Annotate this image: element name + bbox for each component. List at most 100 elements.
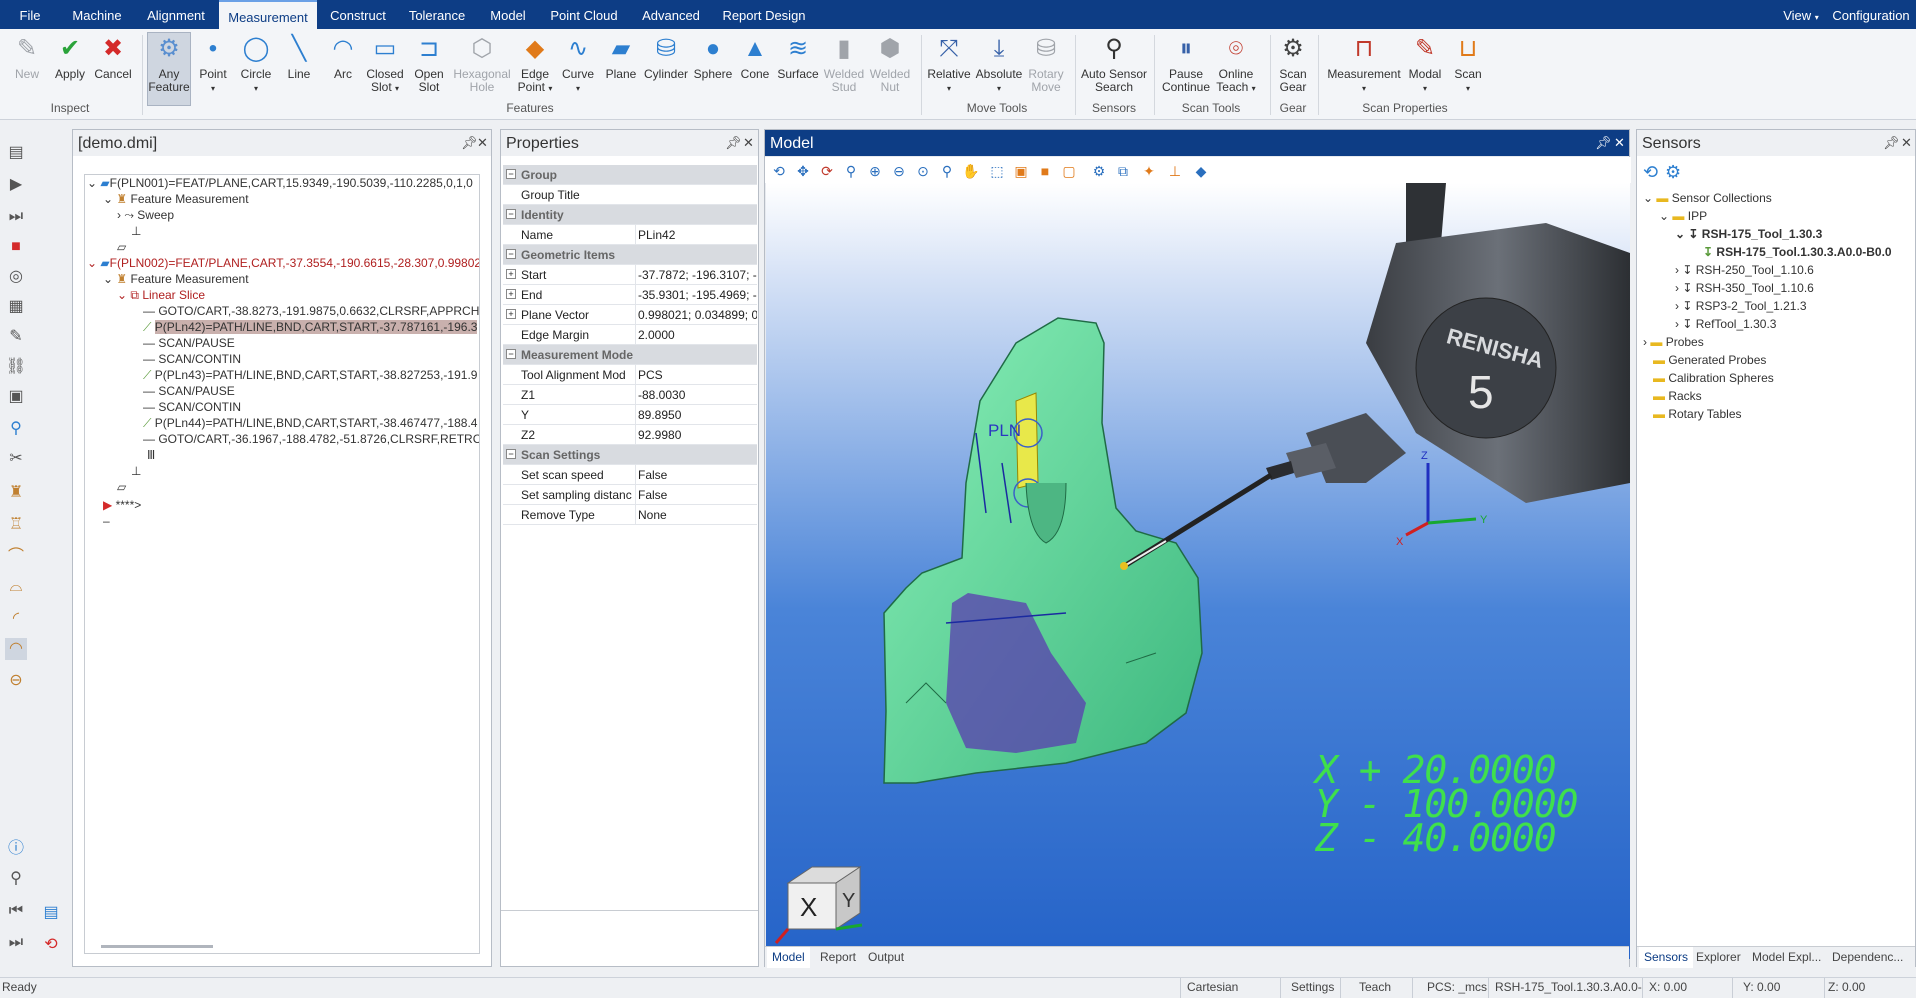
property-group-header[interactable]: − Scan Settings — [503, 445, 757, 465]
search-icon[interactable]: ⚲ — [5, 868, 27, 890]
tab-report-design[interactable]: Report Design — [718, 0, 810, 29]
modal-button[interactable]: ✎ Modal ▾ — [1404, 33, 1446, 103]
property-row[interactable]: Set scan speed False — [503, 465, 757, 485]
online-teach-button[interactable]: ⌾ Online Teach ▾ — [1214, 33, 1258, 103]
property-value[interactable]: -35.9301; -195.4969; -52 — [635, 285, 757, 305]
tree-row[interactable]: ▶ ****> — [103, 497, 141, 513]
render-icon[interactable]: ◆ — [1191, 161, 1211, 181]
tree-row[interactable]: › ↧ RSH-250_Tool_1.10.6 — [1675, 262, 1814, 278]
point-button[interactable]: • Point ▾ — [196, 33, 230, 103]
tree-row[interactable]: Ⅲ — [147, 447, 155, 463]
tree-row[interactable]: ⌄ ▰F(PLN001)=FEAT/PLANE,CART,15.9349,-19… — [87, 175, 473, 191]
step-icon[interactable]: ⏮ — [5, 900, 27, 922]
tree-row[interactable]: ↧ RSH-175_Tool.1.30.3.A0.0-B0.0 — [1703, 244, 1892, 260]
tab-construct[interactable]: Construct — [327, 0, 389, 29]
axis-icon[interactable]: ⊥ — [1165, 161, 1185, 181]
cylinder-button[interactable]: ⛁ Cylinder — [643, 33, 689, 103]
list-icon[interactable]: ▦ — [5, 296, 27, 318]
transparent-view-icon[interactable]: ▢ — [1059, 161, 1079, 181]
tree-row[interactable]: ▬ Racks — [1653, 388, 1702, 404]
property-group-header[interactable]: − Group — [503, 165, 757, 185]
property-row[interactable]: + Start -37.7872; -196.3107; -16 — [503, 265, 757, 285]
tree-row[interactable]: ⊥ — [131, 463, 141, 479]
line-button[interactable]: ╲ Line — [282, 33, 316, 103]
tree-row[interactable]: › ↧ RefTool_1.30.3 — [1675, 316, 1776, 332]
tree-row[interactable]: — GOTO/CART,-36.1967,-188.4782,-51.8726,… — [143, 431, 479, 447]
status-teach[interactable]: Teach — [1340, 978, 1412, 998]
clipping-icon[interactable]: ⧉ — [1113, 161, 1133, 181]
collapse-icon[interactable]: − — [506, 169, 516, 179]
tree-row[interactable]: ⌄ ▬ IPP — [1659, 208, 1707, 224]
measurement-button[interactable]: ⊓ Measurement ▾ — [1326, 33, 1402, 103]
tab-report[interactable]: Report — [815, 947, 861, 968]
camera-icon[interactable]: ▣ — [5, 386, 27, 408]
probe-multi-icon[interactable]: ♖ — [5, 514, 27, 536]
pin-icon[interactable]: 📌︎ — [1883, 135, 1900, 151]
tree-row[interactable]: ⟋ P(PLn44)=PATH/LINE,BND,CART,START,-38.… — [143, 415, 477, 431]
closed-slot-button[interactable]: ▭ Closed Slot ▾ — [364, 33, 406, 103]
property-row[interactable]: Name PLin42 — [503, 225, 757, 245]
status-pcs[interactable]: PCS: _mcs — [1412, 978, 1488, 998]
property-row[interactable]: + End -35.9301; -195.4969; -52 — [503, 285, 757, 305]
tab-tolerance[interactable]: Tolerance — [405, 0, 469, 29]
auto-sensor-search-button[interactable]: ⚲ Auto Sensor Search — [1080, 33, 1148, 103]
configuration-menu[interactable]: Configuration ▾ — [1830, 0, 1912, 53]
tab-explorer[interactable]: Explorer — [1691, 947, 1746, 968]
pin-icon[interactable]: 📌︎ — [461, 135, 478, 151]
expand-icon[interactable]: + — [506, 309, 516, 319]
tree-row[interactable]: ⌄ ⧉ Linear Slice — [117, 287, 205, 303]
select-icon[interactable]: ✋ — [961, 161, 981, 181]
close-icon[interactable]: ✕ — [1901, 135, 1912, 151]
probe-ring-icon[interactable]: ⊖ — [5, 670, 27, 692]
rotate-3d-icon[interactable]: ⟳ — [817, 161, 837, 181]
scan-button[interactable]: ⊔ Scan ▾ — [1450, 33, 1486, 103]
property-value[interactable]: -88.0030 — [635, 385, 757, 405]
pan-icon[interactable]: ✥ — [793, 161, 813, 181]
tree-row[interactable]: › ▬ Probes — [1643, 334, 1704, 350]
collapse-icon[interactable]: − — [506, 349, 516, 359]
tree-row[interactable]: — SCAN/CONTIN — [143, 351, 241, 367]
shaded-view-icon[interactable]: ■ — [1035, 161, 1055, 181]
probe-sweep-icon[interactable]: ◜ — [5, 608, 27, 630]
property-group-header[interactable]: − Geometric Items — [503, 245, 757, 265]
tree-row[interactable]: ⟋ P(PLn42)=PATH/LINE,BND,CART,START,-37.… — [143, 319, 478, 335]
tree-row[interactable]: — GOTO/CART,-38.8273,-191.9875,0.6632,CL… — [143, 303, 479, 319]
scan-gear-button[interactable]: ⚙ Scan Gear — [1276, 33, 1310, 103]
solid-view-icon[interactable]: ▣ — [1011, 161, 1031, 181]
circle-button[interactable]: ◯ Circle ▾ — [236, 33, 276, 103]
edit-icon[interactable]: ✎ — [5, 326, 27, 348]
property-value[interactable]: 0.998021; 0.034899; 0.05 — [635, 305, 757, 325]
property-row[interactable]: Z2 92.9980 — [503, 425, 757, 445]
sensor-tools-icon[interactable]: ⚙ — [1665, 162, 1681, 183]
collapse-icon[interactable]: − — [506, 209, 516, 219]
tab-model-view[interactable]: Model — [767, 947, 810, 968]
tab-point-cloud[interactable]: Point Cloud — [547, 0, 621, 29]
property-group-header[interactable]: − Identity — [503, 205, 757, 225]
relative-button[interactable]: ⤧ Relative ▾ — [926, 33, 972, 103]
tree-row[interactable]: ⊥ — [131, 223, 141, 239]
rotary-move-button[interactable]: ⛁ Rotary Move — [1028, 33, 1064, 103]
tree-row[interactable]: ⌄ ♜ Feature Measurement — [103, 271, 249, 287]
absolute-button[interactable]: ⤓ Absolute ▾ — [974, 33, 1024, 103]
tree-row[interactable]: › ↧ RSH-350_Tool_1.10.6 — [1675, 280, 1814, 296]
edge-point-button[interactable]: ◆ Edge Point ▾ — [516, 33, 554, 103]
property-row[interactable]: Set sampling distanc False — [503, 485, 757, 505]
tree-row[interactable]: — SCAN/PAUSE — [143, 383, 235, 399]
step-end-icon[interactable]: ⏭ — [5, 932, 27, 954]
probe-arc-icon[interactable]: ⌓ — [5, 576, 27, 598]
property-value[interactable]: False — [635, 485, 757, 505]
tab-dependencies[interactable]: Dependenc... — [1827, 947, 1908, 968]
plane-button[interactable]: ▰ Plane — [602, 33, 640, 103]
status-coordinate-mode[interactable]: Cartesian — [1180, 978, 1280, 998]
sphere-button[interactable]: ● Sphere — [692, 33, 734, 103]
machine-view-icon[interactable]: ⚙ — [1089, 161, 1109, 181]
property-value[interactable]: False — [635, 465, 757, 485]
welded-stud-button[interactable]: ▮ Welded Stud — [822, 33, 866, 103]
property-value[interactable]: 92.9980 — [635, 425, 757, 445]
zoom-all-icon[interactable]: ⚲ — [937, 161, 957, 181]
play-icon[interactable]: ▶ — [5, 174, 27, 196]
tab-sensors[interactable]: Sensors — [1639, 947, 1694, 968]
layers-icon[interactable]: ▤ — [40, 902, 62, 924]
zoom-in-icon[interactable]: ⊕ — [865, 161, 885, 181]
target-icon[interactable]: ◎ — [5, 266, 27, 288]
